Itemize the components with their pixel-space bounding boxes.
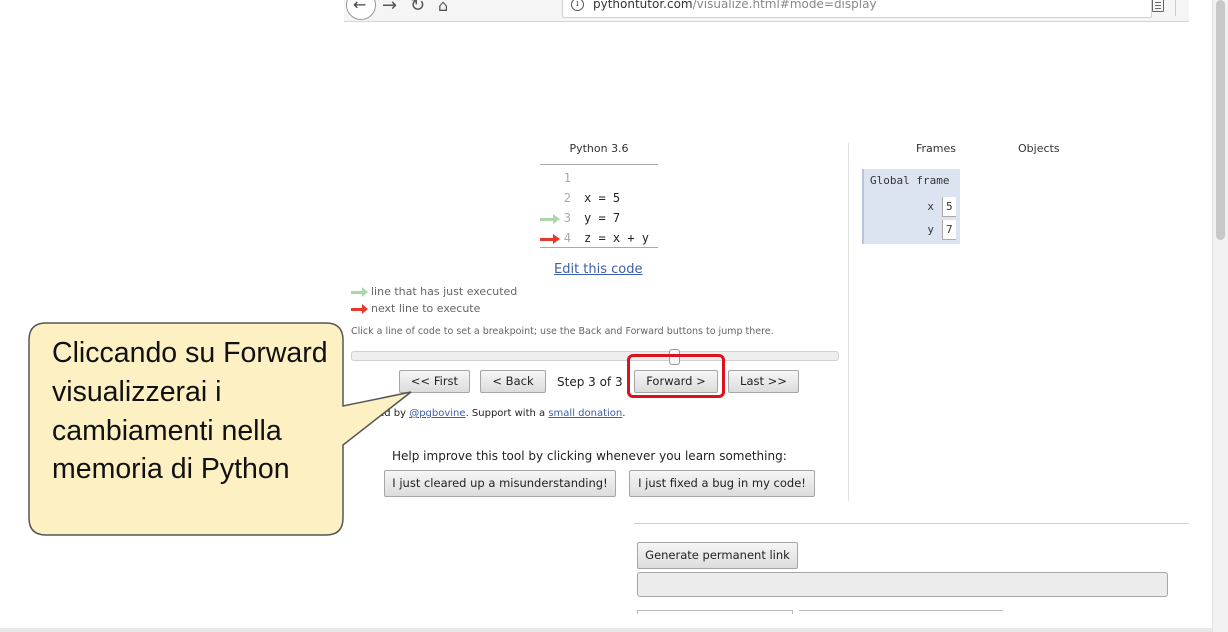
- legend-executed: line that has just executed: [351, 285, 517, 298]
- language-label: Python 3.6: [569, 142, 629, 155]
- donation-link[interactable]: small donation: [548, 408, 622, 419]
- home-icon[interactable]: ⌂: [438, 0, 448, 16]
- objects-heading: Objects: [1018, 142, 1060, 155]
- var-name-y: y: [927, 223, 934, 236]
- line-number: 4: [563, 231, 571, 245]
- arrow-left-icon: ←: [353, 0, 367, 14]
- breakpoint-hint: Click a line of code to set a breakpoint…: [351, 326, 774, 337]
- code-line-1[interactable]: 1: [540, 171, 680, 191]
- generate-link-button[interactable]: Generate permanent link: [637, 542, 798, 569]
- credits-line: Created by @pgbovine. Support with a sma…: [351, 408, 625, 419]
- first-button[interactable]: << First: [399, 370, 470, 393]
- callout-bubble: Cliccando su Forward visualizzerai i cam…: [28, 322, 412, 536]
- forward-nav-icon[interactable]: →: [382, 0, 397, 16]
- line-code: y = 7: [584, 211, 621, 225]
- author-link[interactable]: @pgbovine: [409, 408, 465, 419]
- toolbar-divider: [1175, 0, 1176, 16]
- step-slider[interactable]: [351, 351, 839, 361]
- code-line-2[interactable]: 2 x = 5: [540, 191, 680, 211]
- code-line-4[interactable]: 4 z = x + y: [540, 231, 680, 251]
- bottom-edge: [0, 628, 1212, 632]
- line-number: 1: [563, 171, 571, 185]
- section-rule: [634, 523, 1189, 524]
- info-icon[interactable]: i: [571, 0, 584, 11]
- edit-code-link[interactable]: Edit this code: [554, 262, 643, 277]
- line-number: 3: [563, 211, 571, 225]
- line-code: z = x + y: [584, 231, 650, 245]
- var-value-x: 5: [942, 197, 956, 217]
- legend-next: next line to execute: [351, 302, 480, 315]
- fixed-bug-button[interactable]: I just fixed a bug in my code!: [629, 470, 815, 497]
- line-number: 2: [563, 191, 571, 205]
- frame-title: Global frame: [870, 174, 950, 187]
- forward-highlight: [627, 354, 725, 398]
- misunderstanding-button[interactable]: I just cleared up a misunderstanding!: [384, 470, 616, 497]
- line-code: x = 5: [584, 191, 621, 205]
- legend-next-label: next line to execute: [371, 302, 481, 315]
- var-value-y: 7: [942, 220, 956, 240]
- url-text: pythontutor.com/visualize.html#mode=disp…: [593, 0, 877, 11]
- back-nav-button[interactable]: ←: [346, 0, 376, 20]
- address-bar[interactable]: i pythontutor.com/visualize.html#mode=di…: [562, 0, 1152, 18]
- partial-control-left: [637, 610, 793, 614]
- credits-suffix: .: [622, 408, 626, 419]
- legend-executed-label: line that has just executed: [371, 285, 518, 298]
- var-name-x: x: [927, 200, 934, 213]
- callout-text: Cliccando su Forward visualizzerai i cam…: [52, 337, 328, 486]
- back-button[interactable]: < Back: [480, 370, 546, 393]
- last-button[interactable]: Last >>: [728, 370, 799, 393]
- green-arrow-icon: [351, 286, 368, 297]
- scrollbar-thumb[interactable]: [1216, 0, 1225, 240]
- step-counter: Step 3 of 3: [557, 375, 623, 389]
- global-frame: Global frame x 5 y 7: [862, 169, 960, 244]
- reload-icon[interactable]: ↻: [410, 0, 425, 16]
- permalink-field[interactable]: [637, 572, 1168, 597]
- frames-heading: Frames: [916, 142, 957, 155]
- vertical-scrollbar[interactable]: [1212, 0, 1228, 632]
- url-path: /visualize.html#mode=display: [692, 0, 877, 11]
- browser-toolbar: ← → ↻ ⌂ i pythontutor.com/visualize.html…: [344, 0, 1189, 22]
- url-host: pythontutor.com: [593, 0, 693, 11]
- partial-control-right: [799, 610, 1003, 614]
- code-top-rule: [540, 164, 658, 165]
- red-arrow-icon: [351, 303, 368, 314]
- feedback-prompt: Help improve this tool by clicking whene…: [392, 449, 787, 463]
- code-bottom-rule: [540, 247, 658, 248]
- code-line-3[interactable]: 3 y = 7: [540, 211, 680, 231]
- credits-middle: . Support with a: [465, 408, 549, 419]
- panel-divider: [848, 143, 849, 501]
- reader-view-icon[interactable]: [1152, 0, 1164, 12]
